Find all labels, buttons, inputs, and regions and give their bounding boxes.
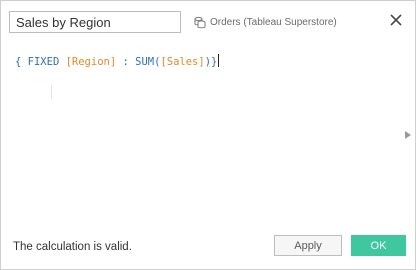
- close-brace-token: }: [211, 56, 218, 68]
- close-icon: [390, 14, 402, 26]
- close-button[interactable]: [389, 13, 403, 27]
- formula-editor[interactable]: { FIXED [Region] : SUM([Sales])}: [1, 41, 415, 225]
- dialog-header: Orders (Tableau Superstore): [1, 1, 415, 39]
- datasource-selector[interactable]: Orders (Tableau Superstore): [194, 14, 337, 30]
- datasource-icon: [194, 16, 206, 29]
- mouse-ibeam-cursor: [51, 85, 52, 99]
- open-brace-token: {: [15, 56, 22, 68]
- sum-function-token: SUM(: [135, 56, 161, 68]
- datasource-label: Orders (Tableau Superstore): [210, 16, 337, 28]
- calculation-editor-dialog: Orders (Tableau Superstore) { FIXED [Reg…: [0, 0, 416, 270]
- region-field-token: [Region]: [65, 56, 117, 68]
- colon-token: :: [122, 56, 129, 68]
- formula-line: { FIXED [Region] : SUM([Sales])}: [15, 54, 220, 68]
- text-caret: [218, 54, 220, 67]
- fixed-keyword-token: FIXED: [27, 56, 60, 68]
- sales-field-token: [Sales]: [160, 56, 205, 68]
- apply-button[interactable]: Apply: [274, 235, 342, 256]
- expand-arrow-icon[interactable]: [405, 131, 411, 139]
- ok-button[interactable]: OK: [351, 235, 406, 256]
- calculation-name-input[interactable]: [9, 11, 181, 33]
- validation-status: The calculation is valid.: [13, 241, 132, 253]
- dialog-footer: The calculation is valid. Apply OK: [1, 225, 415, 269]
